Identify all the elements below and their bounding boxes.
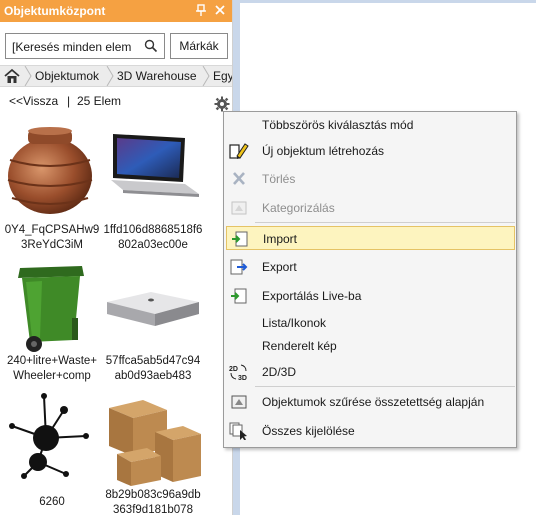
delete-x-icon: [229, 170, 249, 188]
breadcrumb-item-objects[interactable]: Objektumok: [35, 69, 99, 83]
brands-button[interactable]: Márkák: [170, 33, 228, 59]
breadcrumb-item-3d-warehouse[interactable]: 3D Warehouse: [117, 69, 197, 83]
gear-icon[interactable]: [214, 96, 230, 112]
object-caption: 8b29b083c96a9db363f9d181b078: [105, 489, 201, 515]
mini-computer-thumbnail: [107, 292, 199, 326]
menu-item-new-object[interactable]: Új objektum létrehozás: [226, 139, 515, 163]
cardboard-boxes-thumbnail: [109, 400, 201, 486]
menu-item-export-live[interactable]: Exportálás Live-ba: [226, 284, 515, 308]
menu-item-multi-select-mode[interactable]: Többszörös kiválasztás mód: [226, 113, 515, 137]
back-link[interactable]: <<Vissza: [9, 94, 58, 108]
panel-title: Objektumközpont: [4, 4, 106, 18]
export-icon: [229, 258, 249, 276]
menu-item-delete[interactable]: Törlés: [226, 167, 515, 191]
object-caption: 240+litre+Waste+Wheeler+comp: [6, 355, 98, 382]
nav-separator: |: [67, 94, 71, 108]
menu-item-label: Lista/Ikonok: [262, 316, 327, 330]
breadcrumb-separator-icon: [106, 66, 114, 86]
select-all-icon: [229, 422, 249, 441]
menu-item-import[interactable]: Import: [226, 226, 515, 250]
item-count: 25 Elem: [77, 94, 122, 108]
panel-titlebar: Objektumközpont: [0, 0, 232, 22]
export-live-icon: [229, 287, 249, 305]
menu-item-filter-complexity[interactable]: Objektumok szűrése összetettség alapján: [226, 390, 515, 414]
breadcrumb-item-current[interactable]: Egy: [213, 69, 232, 83]
breadcrumb-separator-icon: [24, 66, 32, 86]
object-caption: 6260: [39, 496, 65, 508]
menu-item-label: Export: [262, 260, 297, 274]
pencil-icon: [229, 142, 249, 160]
search-box[interactable]: [5, 33, 165, 59]
pin-icon[interactable]: [193, 2, 209, 18]
menu-item-label: Összes kijelölése: [262, 424, 355, 438]
object-center-panel: Objektumközpont Márkák Objektumok 3D War…: [0, 0, 233, 515]
home-icon[interactable]: [3, 68, 21, 84]
menu-item-list-icons[interactable]: Lista/Ikonok: [226, 311, 515, 335]
search-icon[interactable]: [144, 39, 158, 53]
laptop-thumbnail: [111, 134, 199, 197]
viewport-top-border: [240, 0, 536, 3]
menu-item-label: Új objektum létrehozás: [262, 144, 385, 158]
menu-item-label: Import: [263, 232, 298, 246]
menu-item-categorize[interactable]: Kategorizálás: [226, 196, 515, 220]
menu-item-select-all[interactable]: Összes kijelölése: [226, 419, 515, 443]
menu-item-label: Exportálás Live-ba: [262, 289, 362, 303]
breadcrumb: Objektumok 3D Warehouse Egy: [0, 65, 232, 87]
context-menu: Többszörös kiválasztás mód Új objektum l…: [223, 111, 517, 448]
categorize-icon: [229, 199, 249, 217]
close-icon[interactable]: [212, 2, 228, 18]
search-input[interactable]: [12, 38, 140, 55]
import-icon: [230, 230, 250, 248]
svg-text:3D: 3D: [238, 375, 247, 381]
menu-item-label: 2D/3D: [262, 365, 297, 379]
menu-item-export[interactable]: Export: [226, 255, 515, 279]
object-caption: 1ffd106d8868518f6802a03ec00e: [103, 224, 203, 251]
menu-item-label: Kategorizálás: [262, 201, 335, 215]
menu-item-label: Renderelt kép: [262, 339, 337, 353]
2d-3d-icon: 2D 3D: [229, 363, 249, 382]
breadcrumb-separator-icon: [202, 66, 210, 86]
copper-pot-thumbnail: [7, 127, 93, 214]
menu-divider: [255, 222, 515, 223]
menu-item-label: Objektumok szűrése összetettség alapján: [262, 395, 485, 409]
menu-item-label: Többszörös kiválasztás mód: [262, 118, 414, 132]
svg-text:2D: 2D: [229, 366, 238, 373]
menu-divider: [255, 386, 515, 387]
object-caption: 0Y4_FqCPSAHw93ReYdC3iM: [4, 224, 100, 251]
green-wheelie-bin-thumbnail: [18, 266, 84, 352]
filter-complexity-icon: [229, 393, 249, 411]
menu-item-rendered-image[interactable]: Renderelt kép: [226, 334, 515, 358]
menu-item-2d-3d[interactable]: 2D 3D 2D/3D: [226, 360, 515, 384]
object-caption: 57ffca5ab5d47c94ab0d93aeb483: [105, 355, 201, 382]
menu-item-label: Törlés: [262, 172, 296, 186]
molecule-thumbnail: [9, 393, 89, 479]
